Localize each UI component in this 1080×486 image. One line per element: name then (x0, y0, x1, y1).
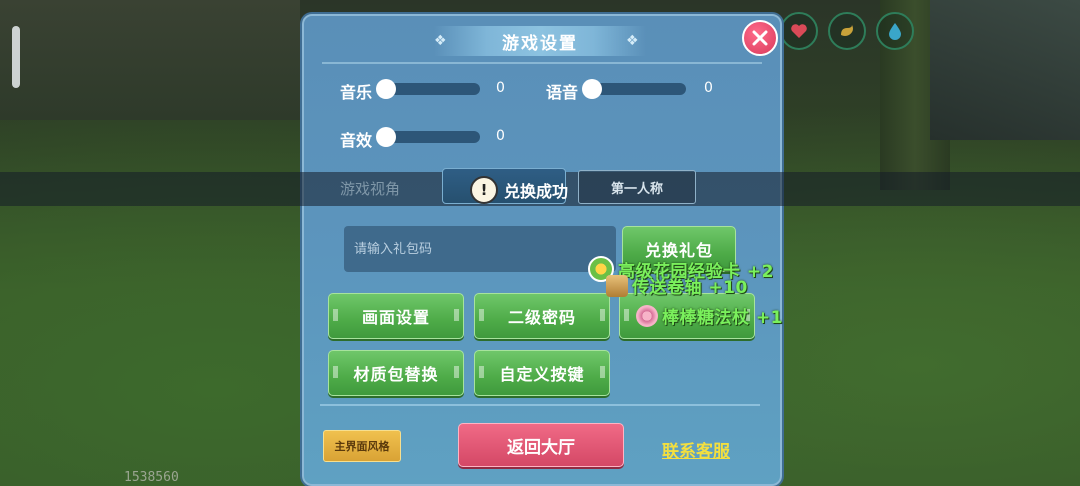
button-edge (600, 366, 605, 378)
sfx-label: 音效 (340, 131, 373, 150)
stomach-icon[interactable] (828, 12, 866, 50)
toast-text: 兑换成功 (504, 182, 569, 201)
side-drawer-handle[interactable] (12, 26, 20, 88)
view-option-first-person[interactable]: 第一人称 (578, 170, 696, 204)
sfx-value: 0 (496, 128, 505, 144)
return-lobby-button[interactable]: 返回大厅 (458, 423, 624, 467)
music-label: 音乐 (340, 83, 373, 102)
graphics-settings-label: 画面设置 (361, 308, 430, 327)
footer-divider (320, 404, 760, 406)
button-edge (624, 309, 629, 321)
exclamation-icon: ! (470, 176, 498, 204)
main-ui-style-label: 主界面风格 (334, 440, 390, 453)
water-drop-icon[interactable] (876, 12, 914, 50)
custom-keys-button[interactable]: 自定义按键 (474, 350, 610, 396)
second-password-button[interactable]: 二级密码 (474, 293, 610, 339)
close-icon (752, 30, 768, 46)
voice-value: 0 (704, 80, 713, 96)
texture-pack-button[interactable]: 材质包替换 (328, 350, 464, 396)
view-option-first-person-label: 第一人称 (610, 181, 663, 197)
reward-text: 棒棒糖法杖 +1 (662, 308, 783, 328)
panel-title: 游戏设置 (502, 33, 578, 54)
voice-slider[interactable] (582, 79, 686, 99)
reward-item: 棒棒糖法杖 +1 (636, 303, 783, 328)
button-edge (600, 309, 605, 321)
button-edge (479, 309, 484, 321)
voice-label: 语音 (546, 83, 579, 102)
status-icons (780, 12, 914, 50)
button-edge (333, 309, 338, 321)
voice-slider-knob[interactable] (582, 79, 602, 99)
texture-pack-label: 材质包替换 (353, 365, 439, 384)
music-slider-knob[interactable] (376, 79, 396, 99)
debug-counter: 1538560 (124, 470, 179, 485)
music-slider[interactable] (376, 79, 480, 99)
background-rock (930, 0, 1080, 140)
scroll-icon (606, 274, 628, 297)
button-edge (333, 366, 338, 378)
title-ornament-right-icon: ❖ (626, 33, 639, 49)
panel-title-bar: ❖ 游戏设置 ❖ (434, 26, 646, 56)
background-wall (0, 0, 300, 120)
custom-keys-label: 自定义按键 (499, 365, 585, 384)
button-edge (479, 366, 484, 378)
graphics-settings-button[interactable]: 画面设置 (328, 293, 464, 339)
toast-message: ! 兑换成功 (470, 176, 568, 204)
view-label: 游戏视角 (340, 180, 401, 198)
sfx-slider-knob[interactable] (376, 127, 396, 147)
return-lobby-label: 返回大厅 (507, 437, 575, 458)
button-edge (454, 366, 459, 378)
title-ornament-left-icon: ❖ (434, 33, 447, 49)
reward-item: 传送卷轴 +10 (606, 273, 748, 298)
second-password-label: 二级密码 (507, 308, 576, 327)
contact-service-link[interactable]: 联系客服 (662, 437, 730, 462)
heart-icon[interactable] (780, 12, 818, 50)
close-button[interactable] (742, 20, 778, 56)
title-divider (322, 62, 762, 64)
sfx-slider[interactable] (376, 127, 480, 147)
main-ui-style-button[interactable]: 主界面风格 (323, 430, 401, 462)
lollipop-wand-icon (636, 304, 658, 327)
reward-text: 传送卷轴 +10 (632, 278, 748, 298)
gift-code-input[interactable] (344, 226, 616, 272)
button-edge (454, 309, 459, 321)
music-value: 0 (496, 80, 505, 96)
